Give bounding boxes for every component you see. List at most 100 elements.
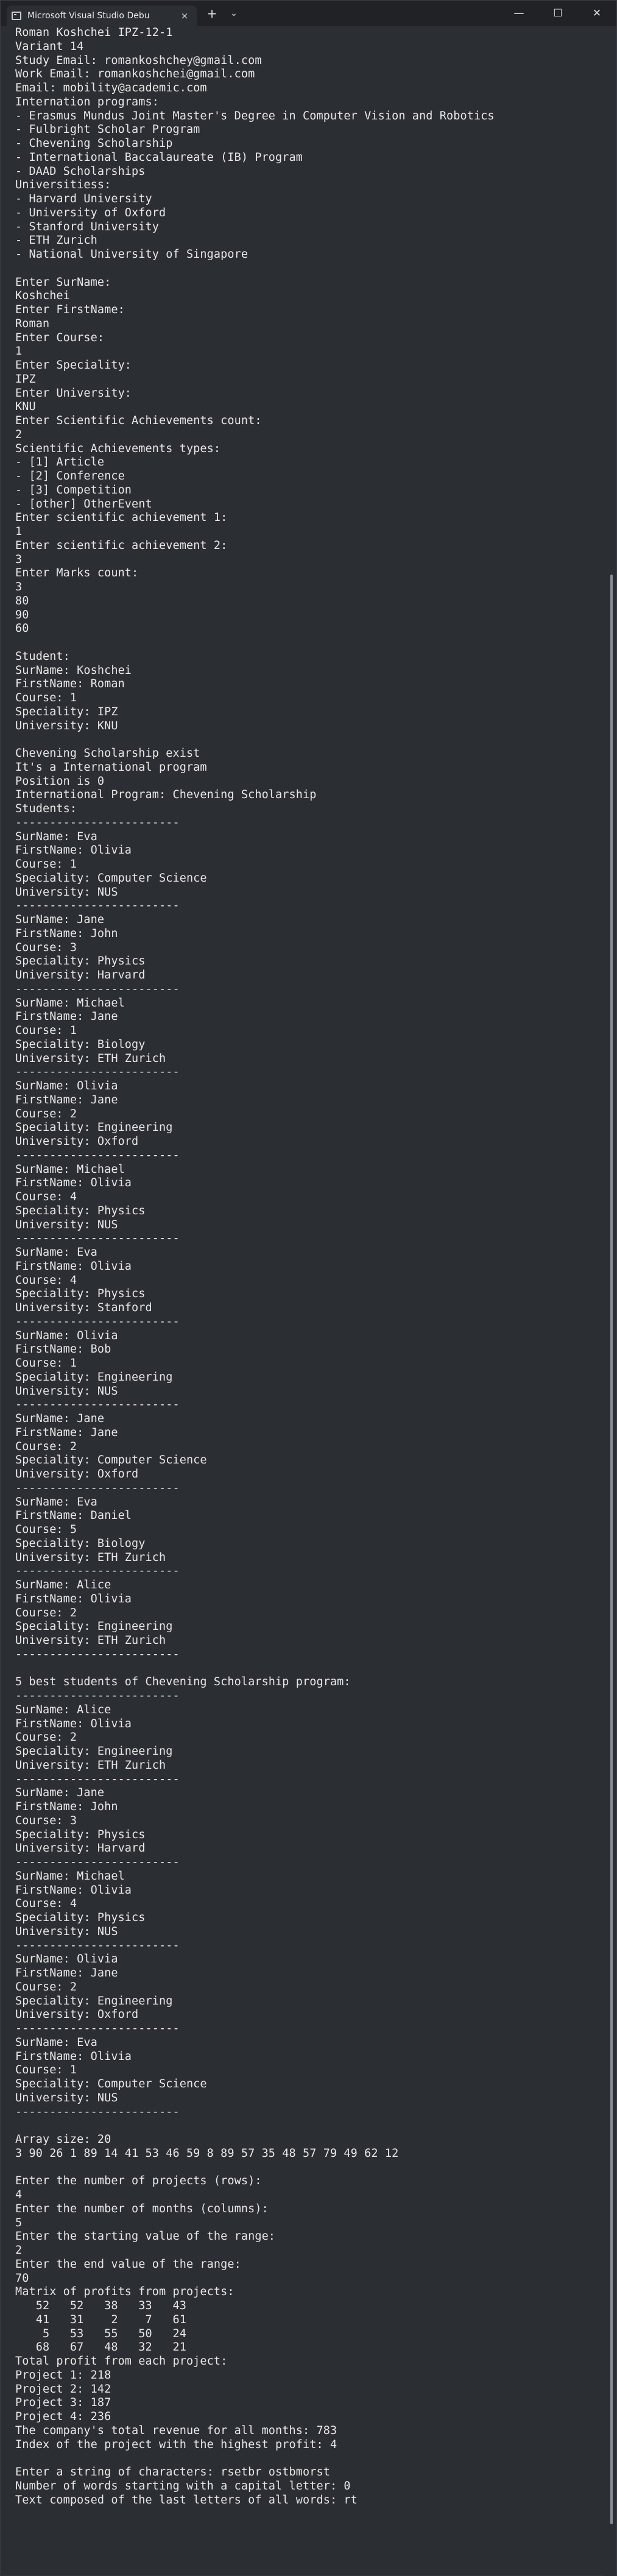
console-line: Project 2: 142 <box>15 2382 111 2396</box>
console-line: Speciality: Engineering <box>15 1620 173 1633</box>
console-line: Chevening Scholarship exist <box>15 747 200 760</box>
console-line: - DAAD Scholarships <box>15 165 146 178</box>
console-line: SurName: Koshchei <box>15 663 132 677</box>
console-line: ------------------------ <box>15 1939 180 1952</box>
console-line: Students: <box>15 802 77 815</box>
console-line: 1 <box>15 345 23 358</box>
title-bar: Microsoft Visual Studio Debu × + ⌄ — ☐ ✕ <box>1 1 616 26</box>
console-output[interactable]: Roman Koshchei IPZ-12-1 Variant 14 Study E… <box>1 26 604 2576</box>
console-line: Roman Koshchei IPZ-12-1 <box>15 26 173 39</box>
console-line: 60 <box>15 622 29 635</box>
console-line: University: KNU <box>15 719 118 732</box>
console-line: Speciality: IPZ <box>15 705 118 718</box>
chevron-down-icon[interactable]: ⌄ <box>224 5 244 22</box>
console-line: Speciality: Engineering <box>15 1994 173 2008</box>
console-line: Enter a string of characters: rsetbr ost… <box>15 2466 330 2479</box>
console-line: Speciality: Computer Science <box>15 2078 207 2090</box>
console-line: Array size: 20 <box>15 2133 111 2146</box>
console-line: ------------------------ <box>15 1647 180 1661</box>
console-line: - Harvard University <box>15 193 152 205</box>
console-line: 3 <box>15 553 23 566</box>
console-line: Position is 0 <box>15 774 105 788</box>
console-line: Enter scientific achievement 1: <box>15 511 228 525</box>
console-line: ------------------------ <box>15 1398 180 1412</box>
console-line: Speciality: Engineering <box>15 1370 173 1384</box>
console-line: Email: mobility@academic.com <box>15 82 207 94</box>
minimize-button[interactable]: — <box>499 1 538 26</box>
console-line: FirstName: Jane <box>15 1010 118 1024</box>
console-line: University: NUS <box>15 1218 118 1231</box>
tab-title: Microsoft Visual Studio Debu <box>27 11 150 21</box>
close-window-button[interactable]: ✕ <box>577 1 616 26</box>
console-line: University: NUS <box>15 885 118 899</box>
console-line: SurName: Eva <box>15 2036 97 2049</box>
console-line: - International Baccalaureate (IB) Progr… <box>15 150 303 164</box>
console-line: University: Stanford <box>15 1301 152 1314</box>
console-line: SurName: Michael <box>15 1162 125 1176</box>
console-line: Course: 2 <box>15 1107 77 1120</box>
console-line: FirstName: Olivia <box>15 1259 132 1273</box>
console-line: Course: 1 <box>15 2064 77 2077</box>
console-line: ------------------------ <box>15 1066 180 1079</box>
console-line: FirstName: Bob <box>15 1343 111 1356</box>
console-line: Course: 1 <box>15 1024 77 1037</box>
console-line: Course: 2 <box>15 1440 77 1453</box>
console-line: Enter Speciality: <box>15 359 132 372</box>
console-line: SurName: Alice <box>15 1703 111 1716</box>
console-line: Number of words starting with a capital … <box>15 2479 351 2493</box>
console-line: ------------------------ <box>15 1481 180 1495</box>
console-line: Enter scientific achievement 2: <box>15 539 228 552</box>
console-line: Internation programs: <box>15 95 159 108</box>
console-line: University: Oxford <box>15 1135 139 1148</box>
console-line: ------------------------ <box>15 1315 180 1328</box>
console-line: ------------------------ <box>15 1148 180 1162</box>
scrollbar-thumb[interactable] <box>610 575 613 2524</box>
console-line: 3 90 26 1 89 14 41 53 46 59 8 89 57 35 4… <box>15 2146 399 2160</box>
console-line: Course: 1 <box>15 858 77 871</box>
console-line: University: Harvard <box>15 969 146 982</box>
console-line: Enter Marks count: <box>15 567 139 580</box>
console-line: FirstName: Olivia <box>15 1717 132 1730</box>
console-line: 5 best students of Chevening Scholarship… <box>15 1675 351 1689</box>
console-line: It's a International program <box>15 760 207 774</box>
console-line: Enter University: <box>15 386 132 400</box>
console-line: 4 <box>15 2189 23 2201</box>
console-line: Course: 3 <box>15 1814 77 1827</box>
new-tab-button[interactable]: + <box>200 5 224 22</box>
console-line: 2 <box>15 428 23 441</box>
console-line: International Program: Chevening Scholar… <box>15 788 317 802</box>
console-line: Enter Course: <box>15 331 105 344</box>
close-tab-icon[interactable]: × <box>177 10 192 21</box>
terminal-tab[interactable]: Microsoft Visual Studio Debu × <box>7 5 197 26</box>
console-line: Universitiess: <box>15 179 111 192</box>
console-line: Course: 5 <box>15 1523 77 1536</box>
console-line: 41 31 2 7 61 <box>15 2313 186 2326</box>
console-line: Koshchei <box>15 289 70 303</box>
console-line: Speciality: Physics <box>15 1911 146 1924</box>
console-line: Speciality: Physics <box>15 1287 146 1301</box>
console-line: KNU <box>15 400 36 414</box>
console-line: University: Oxford <box>15 1468 139 1481</box>
console-line: SurName: Eva <box>15 830 97 843</box>
console-line: 70 <box>15 2271 29 2285</box>
console-line: Enter SurName: <box>15 275 111 289</box>
console-line: 52 52 38 33 43 <box>15 2299 186 2312</box>
console-line: - Erasmus Mundus Joint Master's Degree i… <box>15 109 495 122</box>
console-line: Project 4: 236 <box>15 2410 111 2423</box>
vertical-scrollbar[interactable] <box>603 26 616 2576</box>
console-line: Enter the end value of the range: <box>15 2257 241 2271</box>
console-line: FirstName: Roman <box>15 678 125 691</box>
maximize-button[interactable]: ☐ <box>538 1 577 26</box>
console-line: Speciality: Physics <box>15 1828 146 1841</box>
console-line: FirstName: Olivia <box>15 844 132 857</box>
console-line: ------------------------ <box>15 816 180 829</box>
console-line: ------------------------ <box>15 2105 180 2118</box>
console-line: Student: <box>15 649 70 663</box>
console-line: - [other] OtherEvent <box>15 497 152 511</box>
console-app-icon <box>12 12 21 20</box>
console-line: Enter FirstName: <box>15 303 125 316</box>
console-line: 1 <box>15 525 23 538</box>
